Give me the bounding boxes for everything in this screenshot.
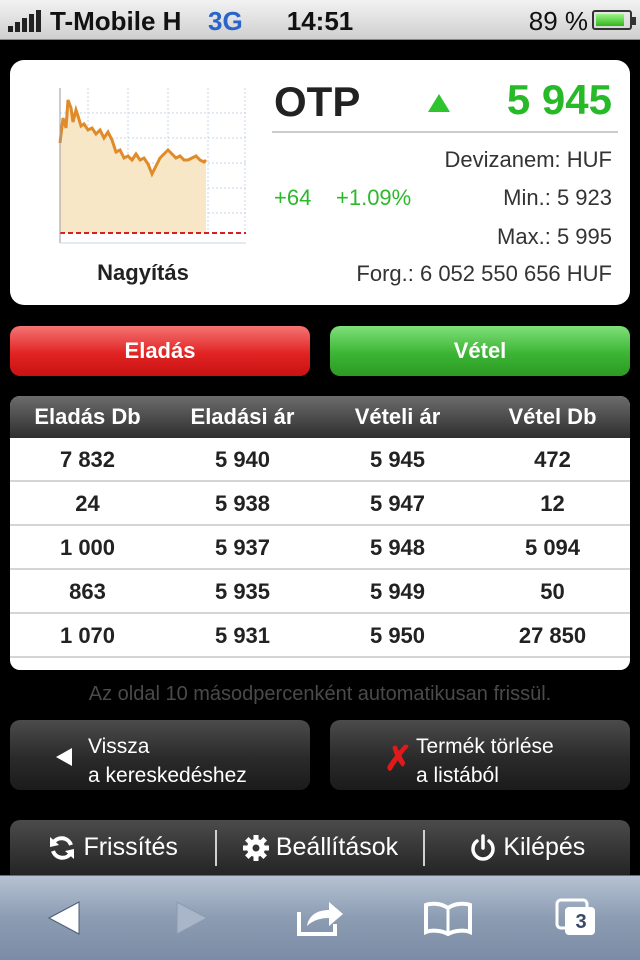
intraday-chart[interactable] [48, 88, 246, 244]
sell-qty-cell: 1 070 [59, 623, 116, 648]
settings-button[interactable]: Beállítások [217, 820, 422, 875]
sell-price-cell: 5 940 [214, 447, 271, 472]
back-icon [47, 901, 80, 935]
buy-price-cell: 5 949 [369, 579, 426, 604]
table-row: 1 070 5 931 5 950 27 850 [10, 614, 630, 658]
sell-price-cell: 5 931 [214, 623, 271, 648]
refresh-label: Frissítés [83, 833, 178, 861]
orderbook-header: Eladás Db Eladási ár Vételi ár Vétel Db [10, 396, 630, 438]
sell-button[interactable]: Eladás [10, 326, 310, 376]
delete-x-icon: ✗ [384, 740, 413, 778]
change-absolute: +64 [274, 185, 312, 210]
share-icon [297, 902, 343, 936]
price-area [60, 100, 206, 233]
power-icon [471, 833, 495, 861]
delete-button-label: Termék törlése a listából [416, 732, 554, 790]
table-row: 24 5 938 5 947 12 [10, 482, 630, 526]
sell-price-cell: 5 937 [214, 535, 271, 560]
browser-toolbar: 3 [0, 875, 640, 960]
logout-label: Kilépés [503, 833, 586, 861]
battery-icon [592, 10, 636, 30]
table-row: 7 832 5 940 5 945 472 [10, 438, 630, 482]
bottom-menu: Frissítés Beállítások Kilépés [10, 820, 630, 875]
intraday-chart-svg[interactable] [48, 88, 246, 244]
delete-label-line2: a listából [416, 764, 499, 787]
table-row: 1 000 5 937 5 948 5 094 [10, 526, 630, 570]
refresh-button[interactable]: Frissítés [10, 820, 215, 875]
share-button[interactable] [290, 893, 350, 943]
tab-count: 3 [575, 911, 587, 933]
gear-icon [242, 834, 269, 861]
last-price: 5 945 [506, 76, 612, 123]
sell-price-cell: 5 935 [214, 579, 271, 604]
buy-qty-cell: 12 [540, 491, 565, 516]
back-to-trading-button[interactable]: Vissza a kereskedéshez [10, 720, 310, 790]
book-icon [424, 901, 472, 936]
table-row: 863 5 935 5 949 50 [10, 570, 630, 614]
buy-price-cell: 5 948 [369, 535, 426, 560]
battery-percent: 89 % [528, 6, 588, 36]
forward-icon [176, 901, 209, 935]
column-header: Vételi ár [354, 404, 441, 429]
ticker-symbol: OTP [274, 78, 361, 125]
min-price: Min.: 5 923 [503, 185, 612, 210]
sell-qty-cell: 863 [69, 579, 106, 604]
back-arrow-icon [56, 748, 72, 766]
buy-qty-cell: 50 [540, 579, 565, 604]
browser-back-button[interactable] [34, 893, 94, 943]
buy-qty-cell: 5 094 [524, 535, 581, 560]
browser-forward-button[interactable] [162, 893, 222, 943]
quote-card: Nagyítás OTP 5 945 Devizanem: HUF +64 +1… [10, 60, 630, 305]
buy-qty-cell: 472 [534, 447, 571, 472]
settings-label: Beállítások [275, 833, 399, 861]
status-bar: T-Mobile H 3G 14:51 89 % [0, 0, 640, 40]
back-label-line1: Vissza [88, 735, 150, 758]
sell-qty-cell: 1 000 [59, 535, 116, 560]
auto-refresh-note: Az oldal 10 másodpercenként automatikusa… [88, 683, 552, 705]
buy-price-cell: 5 947 [369, 491, 426, 516]
remove-from-list-button[interactable]: ✗ Termék törlése a listából [330, 720, 630, 790]
buy-button[interactable]: Vétel [330, 326, 630, 376]
tabs-button[interactable]: 3 [546, 893, 606, 943]
divider [272, 131, 618, 133]
buy-price-cell: 5 950 [369, 623, 426, 648]
delete-label-line1: Termék törlése [416, 735, 554, 758]
zoom-link[interactable]: Nagyítás [68, 260, 218, 286]
max-price: Max.: 5 995 [497, 224, 612, 249]
trend-up-icon [428, 94, 450, 112]
logout-button[interactable]: Kilépés [425, 820, 630, 875]
change-percent: +1.09% [336, 185, 412, 210]
sell-qty-cell: 7 832 [59, 447, 116, 472]
bookmarks-button[interactable] [418, 893, 478, 943]
turnover: Forg.: 6 052 550 656 HUF [356, 261, 612, 286]
currency-label: Devizanem: HUF [444, 147, 612, 172]
sell-price-cell: 5 938 [214, 491, 271, 516]
sell-qty-cell: 24 [75, 491, 100, 516]
column-header: Vétel Db [508, 404, 597, 429]
column-header: Eladás Db [34, 404, 141, 429]
back-label-line2: a kereskedéshez [88, 764, 247, 787]
refresh-icon [50, 835, 75, 860]
buy-price-cell: 5 945 [369, 447, 426, 472]
buy-qty-cell: 27 850 [518, 623, 587, 648]
column-header: Eladási ár [190, 404, 295, 429]
back-button-label: Vissza a kereskedéshez [88, 732, 247, 790]
orderbook-table: Eladás Db Eladási ár Vételi ár Vétel Db … [10, 396, 630, 670]
